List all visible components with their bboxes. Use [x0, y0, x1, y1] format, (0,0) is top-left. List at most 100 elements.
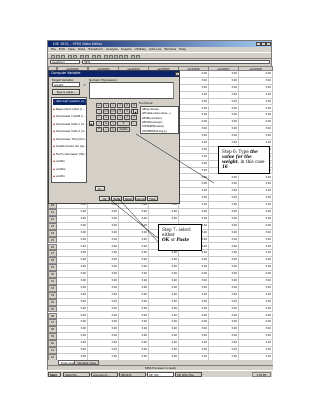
ok-button[interactable]: OK — [99, 196, 110, 201]
data-cell[interactable]: 3.00 — [208, 305, 239, 313]
data-cell[interactable]: 3.00 — [57, 264, 88, 272]
cancel-button[interactable]: Cancel — [135, 196, 146, 201]
data-cell[interactable]: 3.00 — [238, 181, 273, 189]
data-cell[interactable]: 3.00 — [57, 236, 88, 244]
find-icon[interactable] — [97, 54, 101, 59]
data-cell[interactable]: 3.00 — [88, 257, 119, 265]
data-cell[interactable]: 3.00 — [178, 126, 209, 134]
data-cell[interactable]: 3.00 — [118, 209, 149, 216]
data-cell[interactable]: 3.00 — [118, 347, 149, 354]
data-cell[interactable]: 3.00 — [88, 243, 119, 251]
data-cell[interactable]: 3.00 — [178, 215, 209, 223]
data-cell[interactable]: 3.00 — [238, 215, 273, 223]
value-labels-icon[interactable] — [131, 54, 135, 59]
data-cell[interactable]: 3.00 — [238, 133, 273, 140]
function-list-item[interactable]: CDF.BERNOULLI(q,p) — [142, 130, 167, 134]
if-button[interactable]: If... — [95, 186, 105, 191]
row-number[interactable]: 26 — [48, 243, 57, 251]
variable-list-item[interactable]: ◆ var00w — [53, 167, 65, 173]
data-cell[interactable]: 3.00 — [148, 209, 179, 216]
keypad-key[interactable]: ~= — [110, 115, 116, 120]
data-cell[interactable]: 3.00 — [208, 126, 239, 134]
data-cell[interactable]: 3.00 — [57, 243, 88, 251]
menu-item-data[interactable]: Data — [78, 47, 85, 51]
variable-list-item[interactable]: ◆ Respondent Index [r… — [53, 107, 85, 113]
row-number[interactable]: 22 — [48, 215, 57, 223]
data-cell[interactable]: 3.00 — [178, 202, 209, 209]
row-number[interactable]: 24 — [48, 229, 57, 237]
data-cell[interactable]: 3.00 — [148, 257, 179, 265]
menu-item-file[interactable]: File — [51, 47, 56, 51]
row-number[interactable]: 30 — [48, 271, 57, 278]
data-cell[interactable]: 3.00 — [208, 105, 239, 113]
data-cell[interactable]: 3.00 — [238, 347, 273, 354]
keypad-key[interactable]: 3 — [131, 115, 137, 120]
row-number[interactable]: 23 — [48, 222, 57, 230]
move-function-button[interactable]: ▲ — [133, 109, 138, 114]
row-number[interactable]: 41 — [48, 347, 57, 354]
data-cell[interactable]: 3.00 — [208, 298, 239, 306]
start-button[interactable]: Start — [48, 372, 61, 377]
data-cell[interactable]: 3.00 — [208, 319, 239, 327]
row-number[interactable]: 32 — [48, 284, 57, 292]
row-number[interactable]: 36 — [48, 312, 57, 320]
undo-icon[interactable] — [68, 54, 72, 59]
keypad-key[interactable]: 2 — [124, 115, 130, 120]
keypad-key[interactable]: 8 — [124, 103, 130, 108]
data-cell[interactable]: 3.00 — [148, 271, 179, 278]
data-cell[interactable]: 3.00 — [178, 291, 209, 299]
data-cell[interactable]: 3.00 — [178, 112, 209, 120]
data-cell[interactable]: 3.00 — [148, 284, 179, 292]
data-cell[interactable]: 3.00 — [208, 133, 239, 140]
data-cell[interactable]: 3.00 — [208, 284, 239, 292]
help-button[interactable]: Help — [147, 196, 158, 201]
menu-item-transform[interactable]: Transform — [88, 47, 103, 51]
keypad-key[interactable]: = — [103, 115, 109, 120]
insert-cases-icon[interactable] — [104, 54, 108, 59]
data-cell[interactable]: 3.00 — [238, 319, 273, 327]
data-cell[interactable]: 3.00 — [208, 243, 239, 251]
keypad-key[interactable]: + — [96, 103, 102, 108]
data-cell[interactable]: 3.00 — [178, 167, 209, 175]
data-cell[interactable]: 3.00 — [208, 312, 239, 320]
data-cell[interactable]: 3.00 — [118, 243, 149, 251]
variables-icon[interactable] — [92, 54, 96, 59]
data-cell[interactable]: 3.00 — [238, 112, 273, 120]
data-cell[interactable]: 3.00 — [238, 71, 273, 78]
data-cell[interactable]: 3.00 — [238, 243, 273, 251]
data-cell[interactable]: 3.00 — [238, 257, 273, 265]
data-cell[interactable]: 3.00 — [238, 340, 273, 347]
taskbar-item[interactable]: RESULTS — [119, 372, 146, 377]
redo-icon[interactable] — [73, 54, 77, 59]
data-cell[interactable]: 3.00 — [118, 229, 149, 237]
keypad-key[interactable]: 4 — [117, 109, 123, 114]
data-cell[interactable]: 3.00 — [208, 71, 239, 78]
data-cell[interactable]: 3.00 — [148, 298, 179, 306]
row-number[interactable]: 28 — [48, 257, 57, 265]
data-cell[interactable]: 3.00 — [118, 215, 149, 223]
data-cell[interactable]: 3.00 — [88, 271, 119, 278]
data-cell[interactable]: 3.00 — [238, 291, 273, 299]
data-cell[interactable]: 3.00 — [57, 305, 88, 313]
open-icon[interactable] — [51, 54, 55, 59]
data-cell[interactable]: 3.00 — [208, 77, 239, 85]
functions-list[interactable]: ABS(numexpr) ANY(test,value,value,...) ARS… — [140, 106, 179, 134]
data-cell[interactable]: 3.00 — [88, 215, 119, 223]
taskbar-item[interactable]: DIE 383… — [147, 372, 174, 377]
keypad-key[interactable]: () — [110, 127, 116, 132]
data-cell[interactable]: 3.00 — [118, 236, 149, 244]
data-cell[interactable]: 3.00 — [238, 174, 273, 182]
data-cell[interactable]: 3.00 — [118, 271, 149, 278]
data-cell[interactable]: 3.00 — [178, 181, 209, 189]
data-cell[interactable]: 3.00 — [208, 257, 239, 265]
data-cell[interactable]: 3.00 — [178, 160, 209, 168]
data-cell[interactable]: 3.00 — [208, 236, 239, 244]
data-cell[interactable]: 3.00 — [178, 298, 209, 306]
data-cell[interactable]: 3.00 — [118, 312, 149, 320]
data-cell[interactable]: 3.00 — [178, 146, 209, 154]
data-cell[interactable]: 3.00 — [57, 222, 88, 230]
variable-list-item[interactable]: ◆ Interviewer Date 2 [d… — [53, 129, 86, 135]
data-cell[interactable]: 3.00 — [238, 312, 273, 320]
data-cell[interactable]: 3.00 — [57, 347, 88, 354]
data-cell[interactable]: 3.00 — [238, 84, 273, 92]
